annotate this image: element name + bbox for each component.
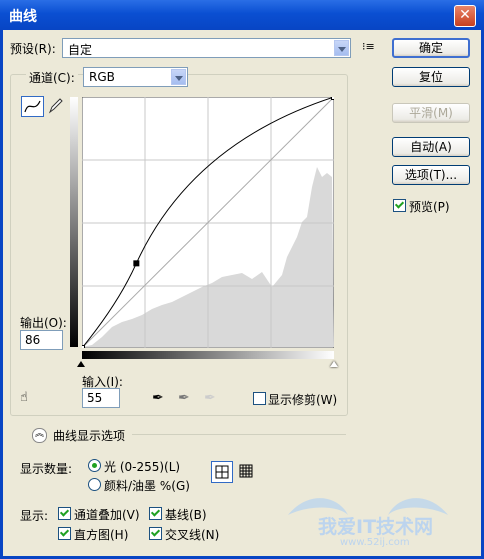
chevron-down-icon [334, 40, 349, 56]
reset-button[interactable]: 复位 [392, 67, 470, 87]
close-icon: ✕ [459, 7, 471, 23]
show-label: 显示: [20, 509, 49, 523]
watermark-url: www.52ij.com [340, 537, 410, 548]
smooth-button[interactable]: 平滑(M) [392, 103, 470, 123]
collapse-chevron-icon[interactable]: ︽ [32, 428, 47, 443]
pigment-radio[interactable] [88, 478, 101, 491]
hand-target-adjust-icon[interactable]: ☝ [20, 390, 28, 405]
input-field[interactable]: 55 [82, 388, 120, 408]
pencil-tool-button[interactable] [46, 96, 65, 115]
curve-options-heading: 曲线显示选项 [53, 429, 126, 443]
title-bar: 曲线 ✕ [0, 0, 484, 30]
histogram-label: 直方图(H) [74, 528, 129, 542]
grid-4-icon [215, 465, 229, 479]
curve-control-point[interactable] [133, 260, 140, 267]
preset-menu-icon[interactable]: ⁝≡ [362, 40, 375, 53]
black-point-slider[interactable] [77, 361, 85, 367]
output-label: 输出(O): [20, 316, 67, 330]
histogram-checkbox[interactable] [58, 527, 71, 540]
channel-select[interactable]: RGB [83, 67, 188, 87]
grid-10-icon [239, 464, 253, 478]
intersection-checkbox[interactable] [149, 527, 162, 540]
light-radio-label: 光 (0-255)(L) [104, 460, 181, 474]
options-button[interactable]: 选项(T)... [392, 165, 470, 185]
show-clipping-label: 显示修剪(W) [268, 393, 338, 407]
watermark-name: 我爱IT技术网 [318, 516, 434, 538]
curve-point-icon [24, 100, 41, 113]
preset-value: 自定 [68, 43, 93, 57]
simple-grid-button[interactable] [211, 461, 233, 483]
curve-control-point[interactable] [82, 345, 85, 349]
curve-tool-button[interactable] [21, 96, 44, 117]
channel-overlay-label: 通道叠加(V) [74, 508, 140, 522]
show-amount-label: 显示数量: [20, 462, 73, 476]
white-eyedropper-icon[interactable]: ✒ [204, 390, 216, 406]
black-eyedropper-icon[interactable]: ✒ [152, 390, 164, 406]
close-button[interactable]: ✕ [454, 5, 476, 27]
ok-button[interactable]: 确定 [392, 38, 470, 58]
preset-label: 预设(R): [10, 42, 56, 56]
window-title: 曲线 [9, 9, 37, 25]
white-point-slider[interactable] [330, 361, 338, 367]
pencil-icon [48, 98, 63, 114]
baseline-label: 基线(B) [165, 508, 207, 522]
preset-select[interactable]: 自定 [62, 38, 351, 58]
curve-graph[interactable] [82, 97, 334, 348]
show-clipping-checkbox[interactable] [253, 392, 266, 405]
detailed-grid-button[interactable] [236, 461, 256, 481]
channel-overlay-checkbox[interactable] [58, 507, 71, 520]
auto-button[interactable]: 自动(A) [392, 137, 470, 157]
baseline-checkbox[interactable] [149, 507, 162, 520]
preview-checkbox[interactable] [393, 199, 406, 212]
output-field[interactable]: 86 [20, 330, 63, 350]
pigment-radio-label: 颜料/油墨 %(G) [104, 479, 190, 493]
light-radio[interactable] [88, 459, 101, 472]
gray-eyedropper-icon[interactable]: ✒ [178, 390, 190, 406]
output-gradient-bar [70, 97, 78, 347]
channel-label: 通道(C): [26, 69, 78, 86]
intersection-label: 交叉线(N) [165, 528, 220, 542]
input-gradient-bar [82, 351, 334, 359]
curve-control-point[interactable] [331, 97, 335, 100]
preview-label: 预览(P) [409, 200, 450, 214]
channel-value: RGB [89, 70, 115, 84]
divider [132, 434, 346, 435]
chevron-down-icon [171, 69, 186, 85]
